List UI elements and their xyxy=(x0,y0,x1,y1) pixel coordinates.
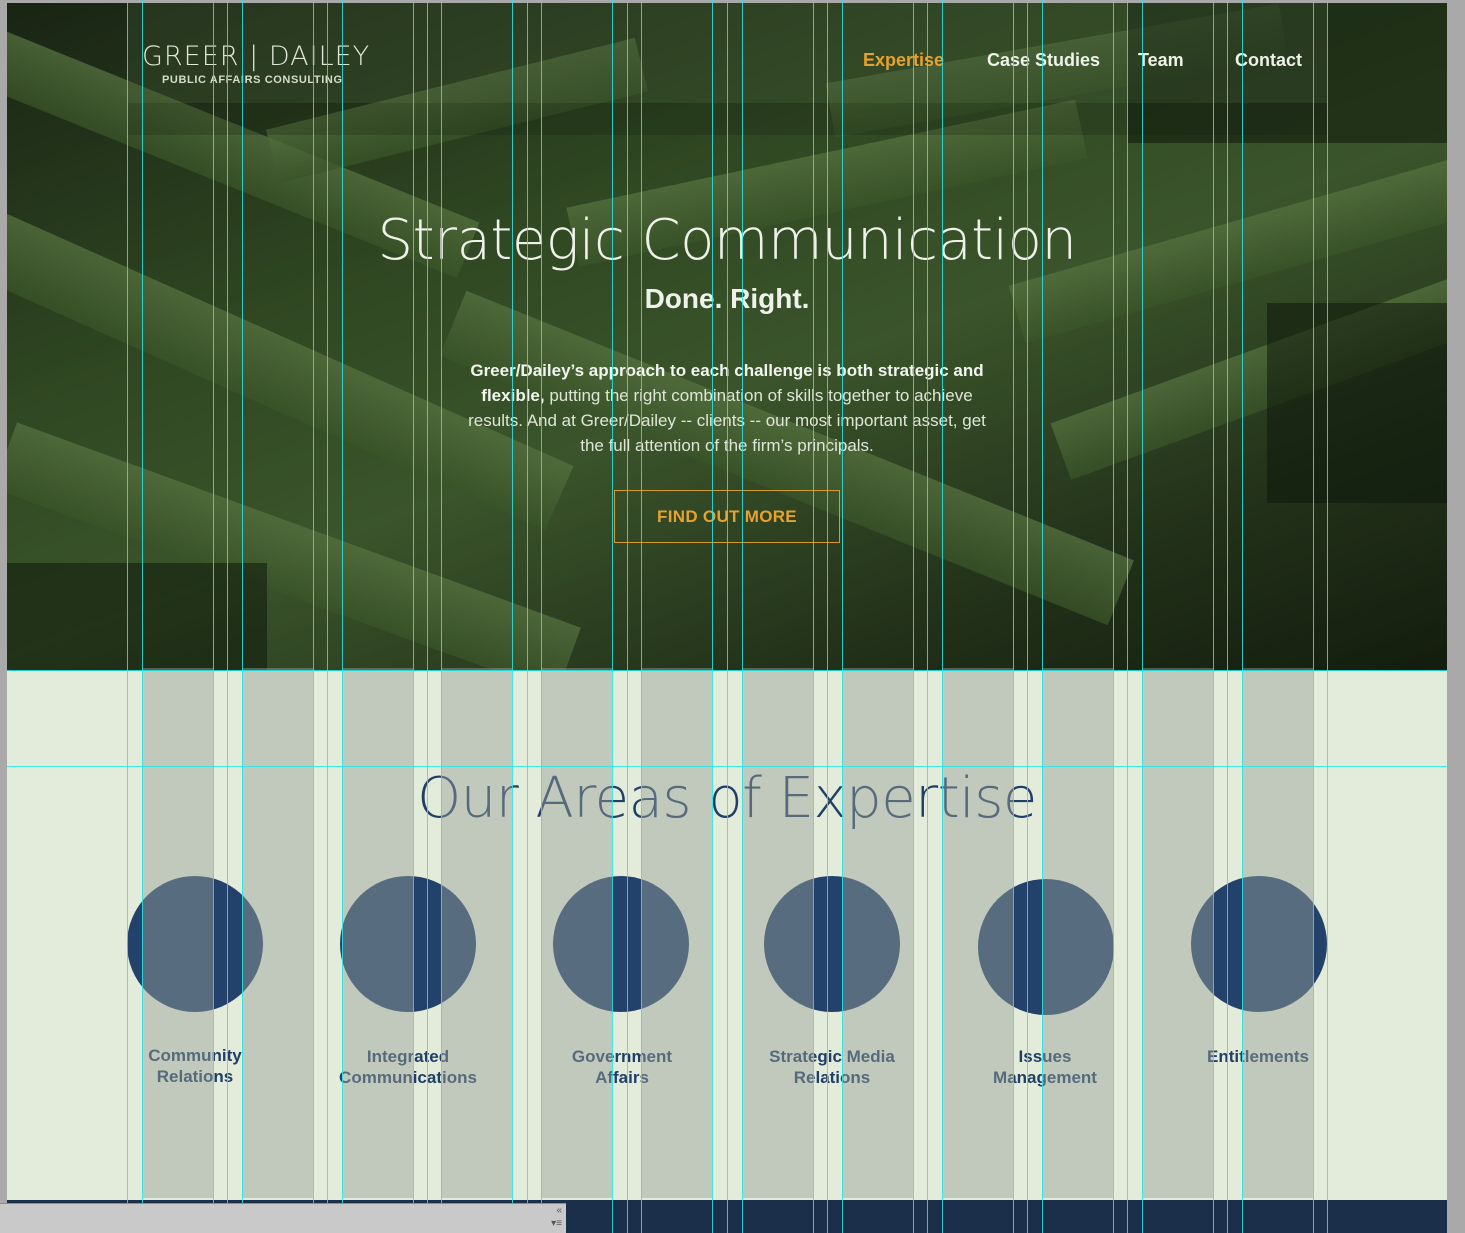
layout-guide xyxy=(213,0,214,1233)
grid-column-shade xyxy=(1242,668,1313,1198)
layout-guide xyxy=(541,0,542,1233)
horizontal-scrollbar[interactable]: « ▾≡ xyxy=(0,1203,566,1233)
layout-guide xyxy=(942,0,943,1233)
layout-guide xyxy=(342,0,343,1233)
logo[interactable]: GREER | DAILEY PUBLIC AFFAIRS CONSULTING xyxy=(142,41,370,86)
layout-guide xyxy=(742,0,743,1233)
layout-guide xyxy=(1042,0,1043,1233)
layout-guide xyxy=(512,0,513,1233)
layout-guide xyxy=(227,0,228,1233)
grid-column-shade xyxy=(942,668,1013,1198)
layout-guide xyxy=(1027,0,1028,1233)
layout-guide xyxy=(1113,0,1114,1233)
layout-guide xyxy=(913,0,914,1233)
layout-guide xyxy=(1242,0,1243,1233)
layout-guide xyxy=(1142,0,1143,1233)
grid-column-shade xyxy=(742,668,813,1198)
layout-guide xyxy=(1313,0,1314,1233)
double-chevron-left-icon[interactable]: « xyxy=(556,1205,562,1216)
layout-guide xyxy=(1327,0,1328,1233)
grid-column-shade xyxy=(142,668,213,1198)
layout-guide xyxy=(313,0,314,1233)
grid-column-shade xyxy=(842,668,913,1198)
layout-guide xyxy=(242,0,243,1233)
layout-guide xyxy=(641,0,642,1233)
layout-guide xyxy=(142,0,143,1233)
layout-guide xyxy=(7,670,1447,671)
grid-column-shade xyxy=(441,668,512,1198)
layout-guide xyxy=(127,0,128,1233)
layout-guide xyxy=(1127,0,1128,1233)
layout-guide xyxy=(827,0,828,1233)
grid-column-shade xyxy=(1142,668,1213,1198)
nav-contact[interactable]: Contact xyxy=(1235,50,1302,71)
grid-column-shade xyxy=(1042,668,1113,1198)
layout-guide xyxy=(527,0,528,1233)
layout-guide xyxy=(842,0,843,1233)
layout-guide xyxy=(1013,0,1014,1233)
nav-team[interactable]: Team xyxy=(1138,50,1184,71)
grid-column-shade xyxy=(541,668,612,1198)
dropdown-menu-icon[interactable]: ▾≡ xyxy=(551,1218,562,1229)
layout-guide xyxy=(1227,0,1228,1233)
logo-tagline: PUBLIC AFFAIRS CONSULTING xyxy=(162,74,343,86)
layout-guide xyxy=(1213,0,1214,1233)
layout-guide xyxy=(927,0,928,1233)
layout-guide xyxy=(813,0,814,1233)
nav-expertise[interactable]: Expertise xyxy=(863,50,944,71)
layout-guide xyxy=(427,0,428,1233)
grid-column-shade xyxy=(342,668,413,1198)
grid-column-shade xyxy=(242,668,313,1198)
logo-wordmark: GREER | DAILEY xyxy=(142,41,371,72)
layout-guide xyxy=(727,0,728,1233)
layout-guide xyxy=(7,766,1447,767)
layout-guide xyxy=(327,0,328,1233)
layout-guide xyxy=(627,0,628,1233)
grid-column-shade xyxy=(641,668,712,1198)
layout-guide xyxy=(712,0,713,1233)
layout-guide xyxy=(612,0,613,1233)
nav-case-studies[interactable]: Case Studies xyxy=(987,50,1100,71)
layout-guide xyxy=(441,0,442,1233)
layout-guide xyxy=(413,0,414,1233)
